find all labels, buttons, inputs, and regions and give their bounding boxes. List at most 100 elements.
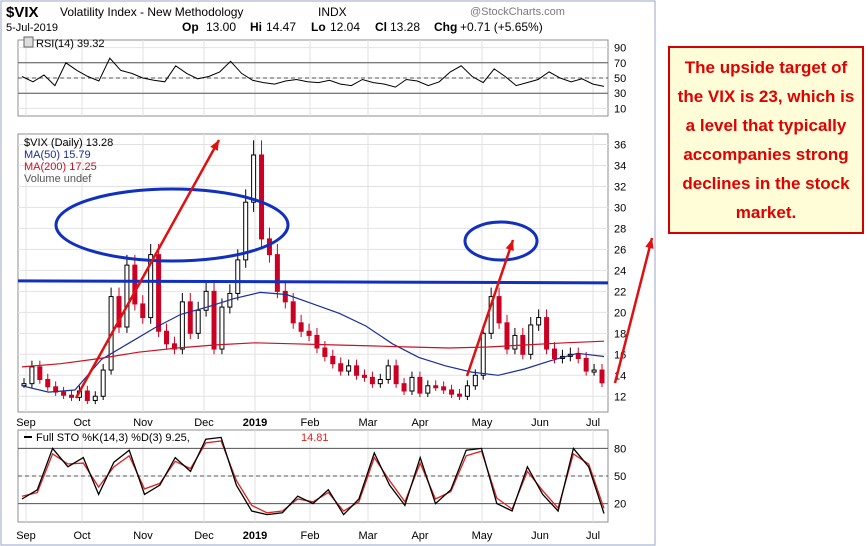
lo-label: Lo	[311, 20, 326, 34]
candle-body	[274, 254, 280, 292]
sto-legend-d: 14.81	[301, 432, 329, 444]
y-tick-label: 22	[614, 286, 626, 298]
y-tick-label: 32	[614, 181, 626, 193]
date-label: 5-Jul-2019	[6, 22, 58, 34]
candle-body	[179, 301, 185, 350]
sto-legend: Full STO %K(14,3) %D(3) 9.25,	[36, 432, 190, 444]
candle-body	[187, 301, 193, 334]
candle-body	[456, 393, 462, 397]
candle-body	[346, 365, 352, 372]
candle-body	[409, 376, 415, 392]
price-legend-item: MA(200) 17.25	[24, 161, 97, 173]
price-legend-item: Volume undef	[24, 173, 92, 185]
y-tick-label: 20	[614, 307, 626, 319]
y-tick-label: 34	[614, 160, 626, 172]
candle-body	[433, 385, 439, 389]
x-tick-label: Nov	[133, 417, 153, 429]
candle-body	[219, 306, 225, 350]
candle-body	[290, 301, 296, 324]
x-tick-label: Dec	[194, 417, 214, 429]
candle-body	[69, 394, 75, 398]
x-tick-label: Jun	[531, 417, 549, 429]
candle-body	[575, 353, 581, 359]
candle-body	[140, 303, 146, 319]
x-tick-label: Mar	[359, 530, 378, 542]
candle-body	[377, 378, 383, 385]
candle-body	[591, 369, 597, 373]
candle-body	[322, 347, 328, 357]
y-tick-label: 36	[614, 139, 626, 151]
x-tick-label: Sep	[16, 417, 36, 429]
x-tick-label: Jul	[586, 530, 600, 542]
x-tick-label: Oct	[73, 530, 90, 542]
x-tick-label: Jun	[531, 530, 549, 542]
y-tick-label: 24	[614, 265, 626, 277]
y-tick-label: 50	[614, 73, 626, 85]
hi-label: Hi	[250, 20, 262, 34]
y-tick-label: 18	[614, 328, 626, 340]
candle-body	[132, 264, 138, 305]
chg-label: Chg	[434, 20, 457, 34]
callout-text: The upside target of the VIX is 23, whic…	[677, 58, 855, 222]
candle-body	[417, 376, 423, 394]
candle-body	[211, 290, 217, 350]
candle-body	[472, 374, 478, 387]
candle-body	[425, 385, 431, 394]
price-legend-item: $VIX (Daily) 13.28	[24, 137, 113, 149]
candle-body	[282, 290, 288, 303]
candle-body	[306, 330, 312, 336]
candle-body	[45, 378, 51, 388]
candle-body	[164, 330, 170, 345]
y-tick-label: 30	[614, 88, 626, 100]
x-tick-label: Oct	[73, 417, 90, 429]
candle-body	[599, 369, 605, 384]
candle-body	[583, 357, 589, 372]
candle-body	[314, 334, 320, 349]
candle-body	[354, 365, 360, 376]
x-tick-label: Apr	[411, 530, 428, 542]
candle-body	[385, 365, 391, 380]
candle-body	[338, 363, 344, 372]
x-tick-label: Feb	[301, 417, 320, 429]
op-label: Op	[182, 20, 199, 34]
candle-body	[298, 322, 304, 332]
chg-value: +0.71 (+5.65%)	[460, 20, 543, 34]
candle-body	[551, 348, 557, 359]
y-tick-label: 12	[614, 391, 626, 403]
x-tick-label: 2019	[243, 417, 267, 429]
rsi-panel: 10 30 50 70 90 RSI(14) 39.32	[17, 36, 626, 117]
x-tick-label: Sep	[16, 530, 36, 542]
op-value: 13.00	[206, 20, 236, 34]
candle-body	[100, 369, 106, 397]
y-tick-label: 28	[614, 223, 626, 235]
candle-body	[259, 154, 265, 240]
candle-body	[393, 365, 399, 385]
hi-value: 14.47	[266, 20, 296, 34]
y-tick-label: 26	[614, 244, 626, 256]
cl-value: 13.28	[390, 20, 420, 34]
candle-body	[504, 322, 510, 350]
index-name: Volatility Index - New Methodology	[60, 5, 243, 19]
x-tick-label: Mar	[359, 417, 378, 429]
x-tick-label: May	[472, 530, 493, 542]
symbol-label: $VIX	[6, 4, 39, 21]
candle-body	[369, 376, 375, 385]
x-tick-label: Apr	[411, 417, 428, 429]
x-tick-label: May	[472, 417, 493, 429]
candle-body	[37, 366, 43, 380]
candle-body	[124, 264, 130, 328]
y-tick-label: 90	[614, 43, 626, 55]
x-tick-label: 2019	[243, 530, 267, 542]
candle-body	[156, 254, 162, 332]
y-tick-label: 80	[614, 443, 626, 455]
price-legend-item: MA(50) 15.79	[24, 149, 91, 161]
stockcharts-watermark: @StockCharts.com	[470, 6, 565, 18]
y-tick-label: 50	[614, 471, 626, 483]
legend-swatch-rsi	[23, 36, 34, 48]
candle-body	[528, 324, 534, 355]
candle-body	[480, 332, 486, 376]
y-tick-label: 30	[614, 202, 626, 214]
candle-body	[536, 317, 542, 326]
candle-body	[195, 309, 201, 334]
callout-box: The upside target of the VIX is 23, whic…	[668, 46, 864, 234]
